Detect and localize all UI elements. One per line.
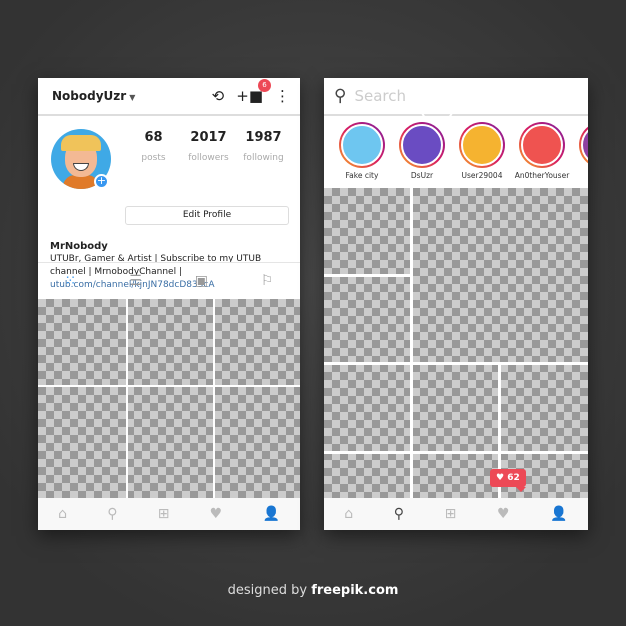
explore-screen: ⚲ Search Fake city DsUzr User29004 An0therYo…	[324, 78, 588, 530]
story-label: User29004	[461, 171, 503, 180]
username: NobodyUzr	[52, 89, 127, 103]
story-avatar	[399, 122, 445, 168]
bottom-nav: ⌂ ⚲ ⊞ ♥ 👤	[38, 498, 300, 530]
add-post-icon[interactable]: ⊞	[445, 506, 457, 522]
more-options-icon[interactable]: ⋮	[275, 87, 290, 105]
play-video-icon[interactable]: ▶	[420, 90, 454, 124]
photo-grid[interactable]	[38, 299, 300, 498]
profile-icon[interactable]: 👤	[262, 506, 279, 522]
following-count[interactable]: 1987 following	[236, 130, 291, 164]
story-avatar	[579, 122, 588, 168]
search-icon[interactable]: ⚲	[394, 506, 404, 522]
posts-count[interactable]: 68 posts	[126, 130, 181, 164]
story-item[interactable]: User29004	[452, 122, 512, 188]
profile-info: + 68 posts 2017 followers 1987 following Ed…	[38, 116, 300, 290]
heart-icon[interactable]: ♥	[210, 506, 223, 522]
story-avatar	[519, 122, 565, 168]
footer-credit: designed by freepik.com	[227, 583, 399, 598]
tagged-icon[interactable]: ▣	[195, 273, 208, 289]
profile-header: NobodyUzr ▼ ⟲ +■ 6 ⋮	[38, 78, 300, 116]
list-view-icon[interactable]: ☰	[129, 273, 142, 289]
grid-view-icon[interactable]: ⁙	[64, 273, 76, 289]
profile-tabs: ⁙ ☰ ▣ ⚐	[38, 262, 300, 299]
add-user-icon[interactable]: +■ 6	[236, 79, 271, 105]
chevron-down-icon: ▼	[129, 93, 136, 102]
followers-count[interactable]: 2017 followers	[181, 130, 236, 164]
story-item[interactable]: DsUzr	[392, 122, 452, 188]
story-item[interactable]: Fake city	[332, 122, 392, 188]
story-label: Bea	[572, 171, 588, 180]
search-input[interactable]: ⚲ Search	[324, 78, 588, 116]
search-icon[interactable]: ⚲	[107, 506, 117, 522]
profile-icon[interactable]: 👤	[550, 506, 567, 522]
story-avatar	[459, 122, 505, 168]
display-name: MrNobody	[50, 241, 108, 252]
stories-bar: Fake city DsUzr User29004 An0therYouserBea	[324, 116, 588, 188]
add-post-icon[interactable]: ⊞	[158, 506, 170, 522]
story-avatar	[339, 122, 385, 168]
story-item[interactable]: Bea	[572, 122, 588, 188]
bottom-nav: ⌂ ⚲ ⊞ ♥ 👤	[324, 498, 588, 530]
home-icon[interactable]: ⌂	[58, 506, 67, 522]
history-icon[interactable]: ⟲	[212, 87, 225, 105]
story-item[interactable]: An0therYouser	[512, 122, 572, 188]
story-label: DsUzr	[410, 171, 434, 180]
heart-icon: ♥	[496, 473, 505, 483]
story-label: Fake city	[345, 171, 379, 180]
story-label: An0therYouser	[514, 171, 570, 180]
home-icon[interactable]: ⌂	[344, 506, 353, 522]
saved-bookmark-icon[interactable]: ⚐	[261, 273, 274, 289]
add-story-icon[interactable]: +	[94, 174, 109, 189]
account-switcher[interactable]: NobodyUzr ▼	[52, 89, 200, 103]
profile-screen: NobodyUzr ▼ ⟲ +■ 6 ⋮ + 68 posts 2017 followe…	[38, 78, 300, 530]
edit-profile-button[interactable]: Edit Profile	[125, 206, 289, 225]
notification-badge: 6	[258, 79, 271, 92]
search-icon: ⚲	[334, 86, 347, 106]
heart-icon[interactable]: ♥	[497, 506, 510, 522]
like-notification[interactable]: ♥ 62	[490, 469, 526, 492]
